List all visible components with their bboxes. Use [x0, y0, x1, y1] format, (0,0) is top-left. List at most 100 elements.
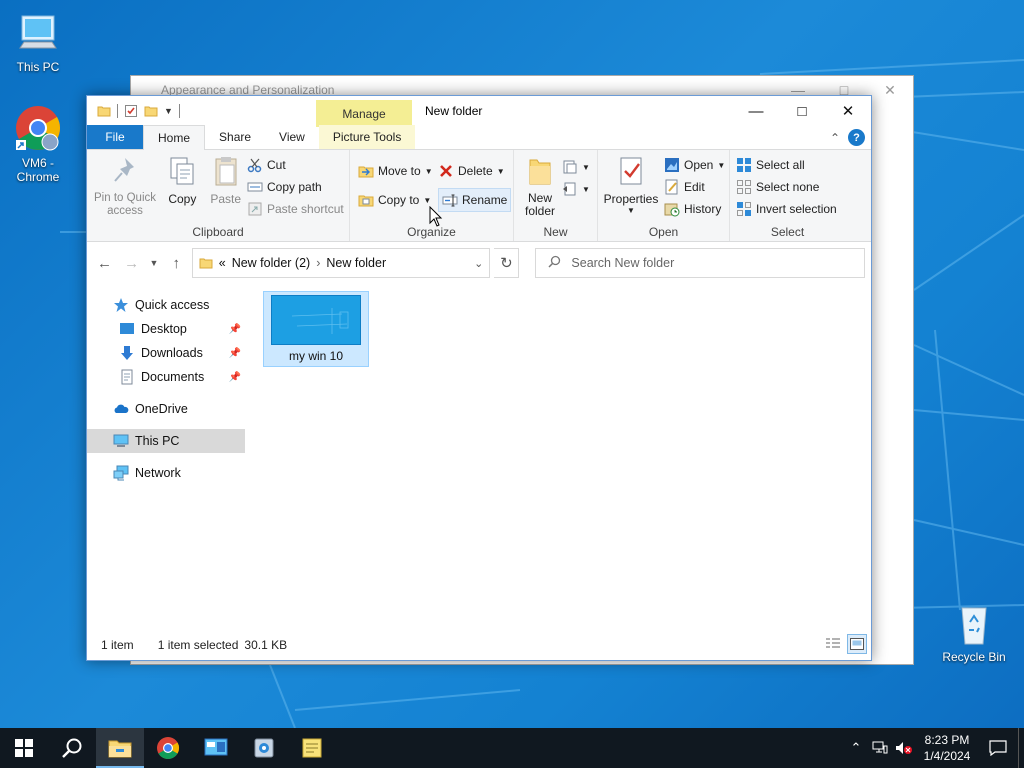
paste-button[interactable]: Paste: [206, 154, 246, 206]
move-to-button[interactable]: Move to ▼: [358, 158, 433, 184]
search-placeholder: Search New folder: [571, 256, 675, 270]
details-view-icon[interactable]: [823, 634, 843, 654]
new-group-label: New: [543, 225, 568, 239]
taskbar-file-explorer[interactable]: [96, 728, 144, 768]
copy-path-button[interactable]: Copy path: [247, 176, 344, 198]
history-icon: [664, 201, 680, 217]
copy-path-icon: [247, 179, 263, 195]
copy-label: Copy: [168, 192, 197, 206]
history-button[interactable]: History: [664, 198, 725, 220]
quick-access-toolbar: ▼: [87, 96, 317, 126]
address-dropdown-icon[interactable]: ⌄: [474, 257, 483, 270]
tab-view[interactable]: View: [265, 125, 319, 149]
rename-button[interactable]: Rename: [438, 188, 512, 212]
back-button[interactable]: ←: [93, 251, 116, 275]
network-status-icon[interactable]: [868, 728, 892, 768]
new-item-button[interactable]: ▼: [562, 156, 590, 178]
up-button[interactable]: ↑: [165, 251, 188, 275]
forward-button[interactable]: →: [120, 251, 143, 275]
large-icons-view-icon[interactable]: [847, 634, 867, 654]
maximize-button[interactable]: □: [779, 96, 825, 126]
volume-muted-icon[interactable]: [892, 728, 916, 768]
show-desktop-button[interactable]: [1018, 728, 1024, 768]
file-name: my win 10: [288, 349, 344, 363]
close-icon[interactable]: ✕: [867, 76, 913, 104]
tab-home[interactable]: Home: [143, 125, 206, 150]
new-folder-label: New folder: [524, 191, 556, 218]
taskbar-control-panel[interactable]: [192, 728, 240, 768]
copy-button[interactable]: Copy: [162, 154, 202, 206]
invert-selection-button[interactable]: Invert selection: [736, 198, 837, 220]
paste-shortcut-button[interactable]: Paste shortcut: [247, 198, 344, 220]
cut-button[interactable]: Cut: [247, 154, 344, 176]
select-group-label: Select: [770, 225, 805, 239]
status-bar: 1 item 1 item selected 30.1 KB: [87, 630, 871, 660]
tab-picture-tools[interactable]: Picture Tools: [318, 125, 416, 149]
collapse-ribbon-icon[interactable]: ⌃: [830, 131, 840, 145]
nav-item-documents[interactable]: Documents 📌: [87, 365, 245, 389]
show-hidden-icons-icon[interactable]: ⌃: [844, 728, 868, 768]
customize-toolbar-icon[interactable]: ▼: [164, 106, 173, 116]
open-button[interactable]: Open ▼: [664, 154, 725, 176]
new-folder-icon[interactable]: [144, 104, 158, 118]
nav-item-desktop[interactable]: Desktop 📌: [87, 317, 245, 341]
nav-item-network[interactable]: Network: [87, 461, 245, 485]
refresh-button[interactable]: ↻: [494, 248, 520, 278]
desktop-icon-chrome[interactable]: VM6 - Chrome: [2, 104, 74, 184]
delete-label: Delete: [458, 164, 493, 178]
desktop-icon-recycle-bin[interactable]: Recycle Bin: [938, 600, 1010, 664]
copy-to-icon: [358, 192, 374, 208]
item-count: 1 item: [101, 638, 134, 652]
file-explorer-window[interactable]: ▼ Manage New folder — □ ✕ File Home Shar…: [86, 95, 872, 661]
desktop-icon-this-pc[interactable]: This PC: [2, 10, 74, 74]
new-folder-button[interactable]: New folder: [518, 154, 562, 218]
nav-item-onedrive[interactable]: OneDrive: [87, 397, 245, 421]
file-item[interactable]: my win 10: [263, 291, 369, 367]
nav-item-quick-access[interactable]: Quick access: [87, 293, 245, 317]
tab-file[interactable]: File: [87, 125, 143, 149]
taskbar-chrome[interactable]: [144, 728, 192, 768]
search-icon: [62, 738, 82, 758]
taskbar-app[interactable]: [240, 728, 288, 768]
minimize-button[interactable]: —: [733, 96, 779, 126]
content-area: Quick access Desktop 📌 Downloads 📌 Docum…: [87, 287, 871, 628]
select-all-button[interactable]: Select all: [736, 154, 837, 176]
help-icon[interactable]: ?: [848, 129, 865, 146]
easy-access-button[interactable]: ▼: [562, 178, 590, 200]
nav-label: Downloads: [141, 346, 203, 360]
navigation-pane: Quick access Desktop 📌 Downloads 📌 Docum…: [87, 287, 245, 628]
taskbar-notes[interactable]: [288, 728, 336, 768]
action-center-icon[interactable]: [978, 728, 1018, 768]
breadcrumb-overflow[interactable]: «: [219, 256, 226, 270]
rename-icon: [442, 192, 458, 208]
search-button[interactable]: [48, 728, 96, 768]
titlebar: ▼ Manage New folder — □ ✕: [87, 96, 871, 127]
select-none-button[interactable]: Select none: [736, 176, 837, 198]
breadcrumb-item[interactable]: New folder (2): [232, 256, 311, 270]
search-input[interactable]: Search New folder: [535, 248, 866, 278]
ribbon-tab-controls: ⌃ ?: [830, 129, 865, 146]
edit-button[interactable]: Edit: [664, 176, 725, 198]
chevron-down-icon: ▼: [582, 162, 590, 172]
nav-item-downloads[interactable]: Downloads 📌: [87, 341, 245, 365]
properties-icon[interactable]: [124, 104, 138, 118]
start-button[interactable]: [0, 728, 48, 768]
nav-item-this-pc[interactable]: This PC: [87, 429, 245, 453]
file-list-pane[interactable]: my win 10: [245, 287, 871, 628]
tab-share[interactable]: Share: [205, 125, 265, 149]
pin-to-quick-access-button[interactable]: Pin to Quick access: [91, 154, 159, 218]
clock[interactable]: 8:23 PM 1/4/2024: [916, 732, 978, 764]
delete-button[interactable]: Delete ▼: [438, 158, 511, 184]
properties-button[interactable]: Properties ▼: [602, 154, 660, 215]
close-button[interactable]: ✕: [825, 96, 871, 126]
recent-locations-button[interactable]: ▼: [147, 251, 160, 275]
address-bar[interactable]: « New folder (2) › New folder ⌄: [191, 248, 491, 278]
tab-manage[interactable]: Manage: [316, 100, 412, 127]
chrome-icon: [157, 737, 179, 759]
breadcrumb-item[interactable]: New folder: [326, 256, 386, 270]
copy-to-button[interactable]: Copy to ▼: [358, 184, 433, 216]
clock-time: 8:23 PM: [924, 733, 970, 747]
chevron-down-icon: ▼: [582, 184, 590, 194]
copy-to-label: Copy to: [378, 193, 420, 207]
new-group: New folder ▼ ▼ New: [514, 150, 598, 241]
